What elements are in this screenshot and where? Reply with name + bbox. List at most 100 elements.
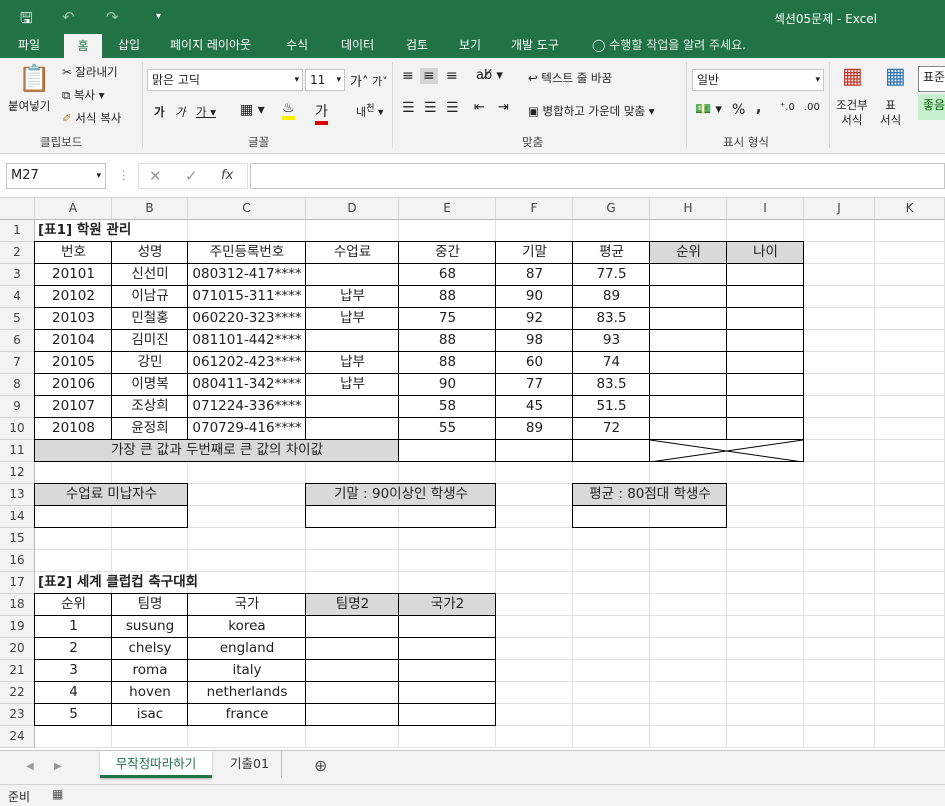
cell-E18[interactable]: 국가2 bbox=[399, 594, 496, 616]
decrease-indent-icon[interactable]: ⇤ bbox=[474, 100, 485, 115]
tab-home[interactable]: 홈 bbox=[64, 34, 102, 58]
cell-B9[interactable]: 조상희 bbox=[112, 396, 188, 418]
tab-developer[interactable]: 개발 도구 bbox=[503, 34, 567, 58]
cell-A2[interactable]: 번호 bbox=[35, 242, 112, 264]
column-header-A[interactable]: A bbox=[35, 198, 112, 220]
column-header-G[interactable]: G bbox=[573, 198, 650, 220]
cell-A20[interactable]: 2 bbox=[35, 638, 112, 660]
column-header-F[interactable]: F bbox=[496, 198, 573, 220]
customize-qat-icon[interactable]: ▾ bbox=[156, 11, 161, 22]
font-color-icon[interactable]: 가 bbox=[315, 101, 328, 125]
row-header-16[interactable]: 16 bbox=[0, 550, 35, 572]
cell-C7[interactable]: 061202-423**** bbox=[188, 352, 306, 374]
align-right-icon[interactable]: ☰ bbox=[446, 100, 459, 116]
column-header-I[interactable]: I bbox=[727, 198, 804, 220]
row-header-15[interactable]: 15 bbox=[0, 528, 35, 550]
row-header-13[interactable]: 13 bbox=[0, 484, 35, 506]
row-header-22[interactable]: 22 bbox=[0, 682, 35, 704]
formula-input[interactable] bbox=[250, 163, 945, 189]
column-header-B[interactable]: B bbox=[112, 198, 188, 220]
cell-E9[interactable]: 58 bbox=[399, 396, 496, 418]
select-all-corner[interactable] bbox=[0, 198, 35, 220]
format-painter-button[interactable]: ✐ 서식 복사 bbox=[62, 110, 121, 126]
cell-A13[interactable]: 수업료 미납자수 bbox=[35, 484, 188, 506]
cell-A8[interactable]: 20106 bbox=[35, 374, 112, 396]
cell-G13[interactable]: 평균 : 80점대 학생수 bbox=[573, 484, 727, 506]
cell-B23[interactable]: isac bbox=[112, 704, 188, 726]
cell-E6[interactable]: 88 bbox=[399, 330, 496, 352]
redo-icon[interactable]: ↷ bbox=[106, 8, 119, 26]
cell-A19[interactable]: 1 bbox=[35, 616, 112, 638]
cell-C21[interactable]: italy bbox=[188, 660, 306, 682]
tab-insert[interactable]: 삽입 bbox=[110, 34, 148, 58]
cell-G9[interactable]: 51.5 bbox=[573, 396, 650, 418]
font-name-select[interactable]: 맑은 고딕 ▾ bbox=[147, 69, 303, 91]
tab-page-layout[interactable]: 페이지 레이아웃 bbox=[162, 34, 259, 58]
add-sheet-icon[interactable]: ⊕ bbox=[314, 756, 327, 775]
cell-C22[interactable]: netherlands bbox=[188, 682, 306, 704]
increase-decimal-icon[interactable]: ⁺.0 bbox=[780, 102, 795, 113]
cell-E2[interactable]: 중간 bbox=[399, 242, 496, 264]
enter-icon[interactable]: ✓ bbox=[185, 166, 198, 186]
cell-F2[interactable]: 기말 bbox=[496, 242, 573, 264]
cell-F7[interactable]: 60 bbox=[496, 352, 573, 374]
cell-A23[interactable]: 5 bbox=[35, 704, 112, 726]
cell-D10[interactable] bbox=[306, 418, 399, 440]
cell-E7[interactable]: 88 bbox=[399, 352, 496, 374]
align-left-icon[interactable]: ☰ bbox=[402, 100, 415, 116]
cell-C20[interactable]: england bbox=[188, 638, 306, 660]
undo-icon[interactable]: ↶ bbox=[62, 8, 75, 26]
column-header-E[interactable]: E bbox=[399, 198, 496, 220]
tab-review[interactable]: 검토 bbox=[398, 34, 436, 58]
cell-D5[interactable]: 납부 bbox=[306, 308, 399, 330]
cell-E5[interactable]: 75 bbox=[399, 308, 496, 330]
cell-B4[interactable]: 이남규 bbox=[112, 286, 188, 308]
grow-font-icon[interactable]: 가˄ bbox=[350, 71, 368, 90]
cell-E3[interactable]: 68 bbox=[399, 264, 496, 286]
cell-G4[interactable]: 89 bbox=[573, 286, 650, 308]
cell-A7[interactable]: 20105 bbox=[35, 352, 112, 374]
cell-B18[interactable]: 팀명 bbox=[112, 594, 188, 616]
row-header-20[interactable]: 20 bbox=[0, 638, 35, 660]
cell-C10[interactable]: 070729-416**** bbox=[188, 418, 306, 440]
cell-C2[interactable]: 주민등록번호 bbox=[188, 242, 306, 264]
cell-F3[interactable]: 87 bbox=[496, 264, 573, 286]
row-header-11[interactable]: 11 bbox=[0, 440, 35, 462]
cell-D2[interactable]: 수업료 bbox=[306, 242, 399, 264]
style-normal[interactable]: 표준 bbox=[918, 66, 945, 92]
cell-D6[interactable] bbox=[306, 330, 399, 352]
cell-D18[interactable]: 팀명2 bbox=[306, 594, 399, 616]
cell-C3[interactable]: 080312-417**** bbox=[188, 264, 306, 286]
format-table-button[interactable]: 표 서식 bbox=[880, 98, 901, 128]
function-icon[interactable]: fx bbox=[221, 166, 233, 186]
align-center-icon[interactable]: ☰ bbox=[424, 100, 437, 116]
cell-B22[interactable]: hoven bbox=[112, 682, 188, 704]
column-header-D[interactable]: D bbox=[306, 198, 399, 220]
row-header-17[interactable]: 17 bbox=[0, 572, 35, 594]
cell-B10[interactable]: 윤정희 bbox=[112, 418, 188, 440]
cell-A3[interactable]: 20101 bbox=[35, 264, 112, 286]
cell-C5[interactable]: 060220-323**** bbox=[188, 308, 306, 330]
name-box[interactable]: M27 ▾ bbox=[6, 163, 106, 189]
row-header-14[interactable]: 14 bbox=[0, 506, 35, 528]
cell-F9[interactable]: 45 bbox=[496, 396, 573, 418]
cell-D3[interactable] bbox=[306, 264, 399, 286]
tell-me-box[interactable]: ◯ 수행할 작업을 알려 주세요. bbox=[592, 34, 746, 56]
cell-C23[interactable]: france bbox=[188, 704, 306, 726]
cell-A10[interactable]: 20108 bbox=[35, 418, 112, 440]
cell-D13[interactable]: 기말 : 90이상인 학생수 bbox=[306, 484, 496, 506]
row-header-9[interactable]: 9 bbox=[0, 396, 35, 418]
italic-icon[interactable]: 가 bbox=[175, 104, 186, 120]
copy-button[interactable]: ⧉ 복사 ▾ bbox=[62, 87, 104, 103]
align-middle-icon[interactable]: ≡ bbox=[420, 68, 438, 84]
comma-icon[interactable]: , bbox=[756, 100, 761, 116]
macro-record-icon[interactable]: ▦ bbox=[52, 787, 63, 801]
cell-A6[interactable]: 20104 bbox=[35, 330, 112, 352]
cell-F8[interactable]: 77 bbox=[496, 374, 573, 396]
column-header-J[interactable]: J bbox=[804, 198, 875, 220]
accounting-icon[interactable]: 💵 ▾ bbox=[695, 102, 722, 117]
conditional-format-icon[interactable]: ▦ bbox=[842, 64, 863, 89]
cancel-icon[interactable]: ✕ bbox=[149, 166, 162, 186]
cell-A11[interactable]: 가장 큰 값과 두번째로 큰 값의 차이값 bbox=[35, 440, 399, 462]
cell-A17[interactable]: [표2] 세계 클럽컵 축구대회 bbox=[35, 572, 435, 594]
